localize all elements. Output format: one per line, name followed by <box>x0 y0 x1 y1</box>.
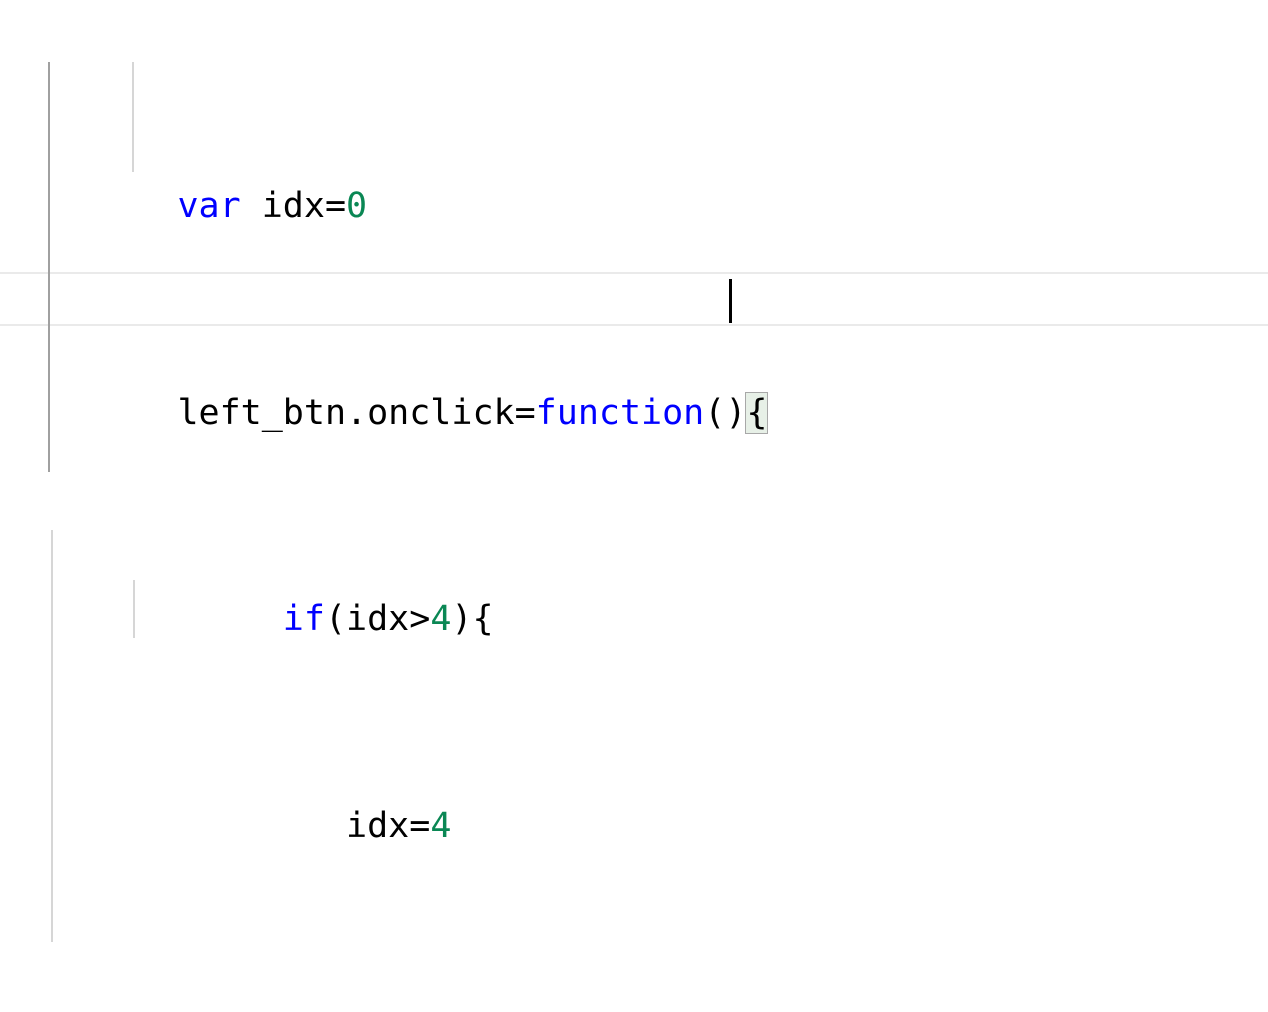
token-keyword: function <box>535 392 705 433</box>
token-text: idx= <box>177 806 431 847</box>
text-caret <box>729 279 732 323</box>
bracket-match-open: { <box>746 392 768 433</box>
code-line-2[interactable]: if(idx>4){ <box>0 543 1268 639</box>
code-line-1[interactable]: left_btn.onclick=function(){ <box>0 336 1268 433</box>
token-number: 0 <box>346 185 368 226</box>
token-text: () <box>704 392 747 433</box>
code-line-4[interactable]: } <box>0 956 1268 1008</box>
code-line-0[interactable]: var idx=0 <box>0 129 1268 226</box>
token-number: 4 <box>430 599 452 640</box>
code-content[interactable]: var idx=0 left_btn.onclick=function(){ i… <box>0 0 1268 1012</box>
token-text: (idx> <box>324 599 431 640</box>
token-text: ){ <box>451 599 494 640</box>
code-editor[interactable]: var idx=0 left_btn.onclick=function(){ i… <box>0 0 1268 1012</box>
token-keyword: if <box>282 599 325 640</box>
token-keyword: var <box>177 185 241 226</box>
token-text: idx= <box>240 185 347 226</box>
token-text: left_btn.onclick= <box>177 392 536 433</box>
token-number: 4 <box>430 806 452 847</box>
code-line-3[interactable]: idx=4 <box>0 750 1268 846</box>
